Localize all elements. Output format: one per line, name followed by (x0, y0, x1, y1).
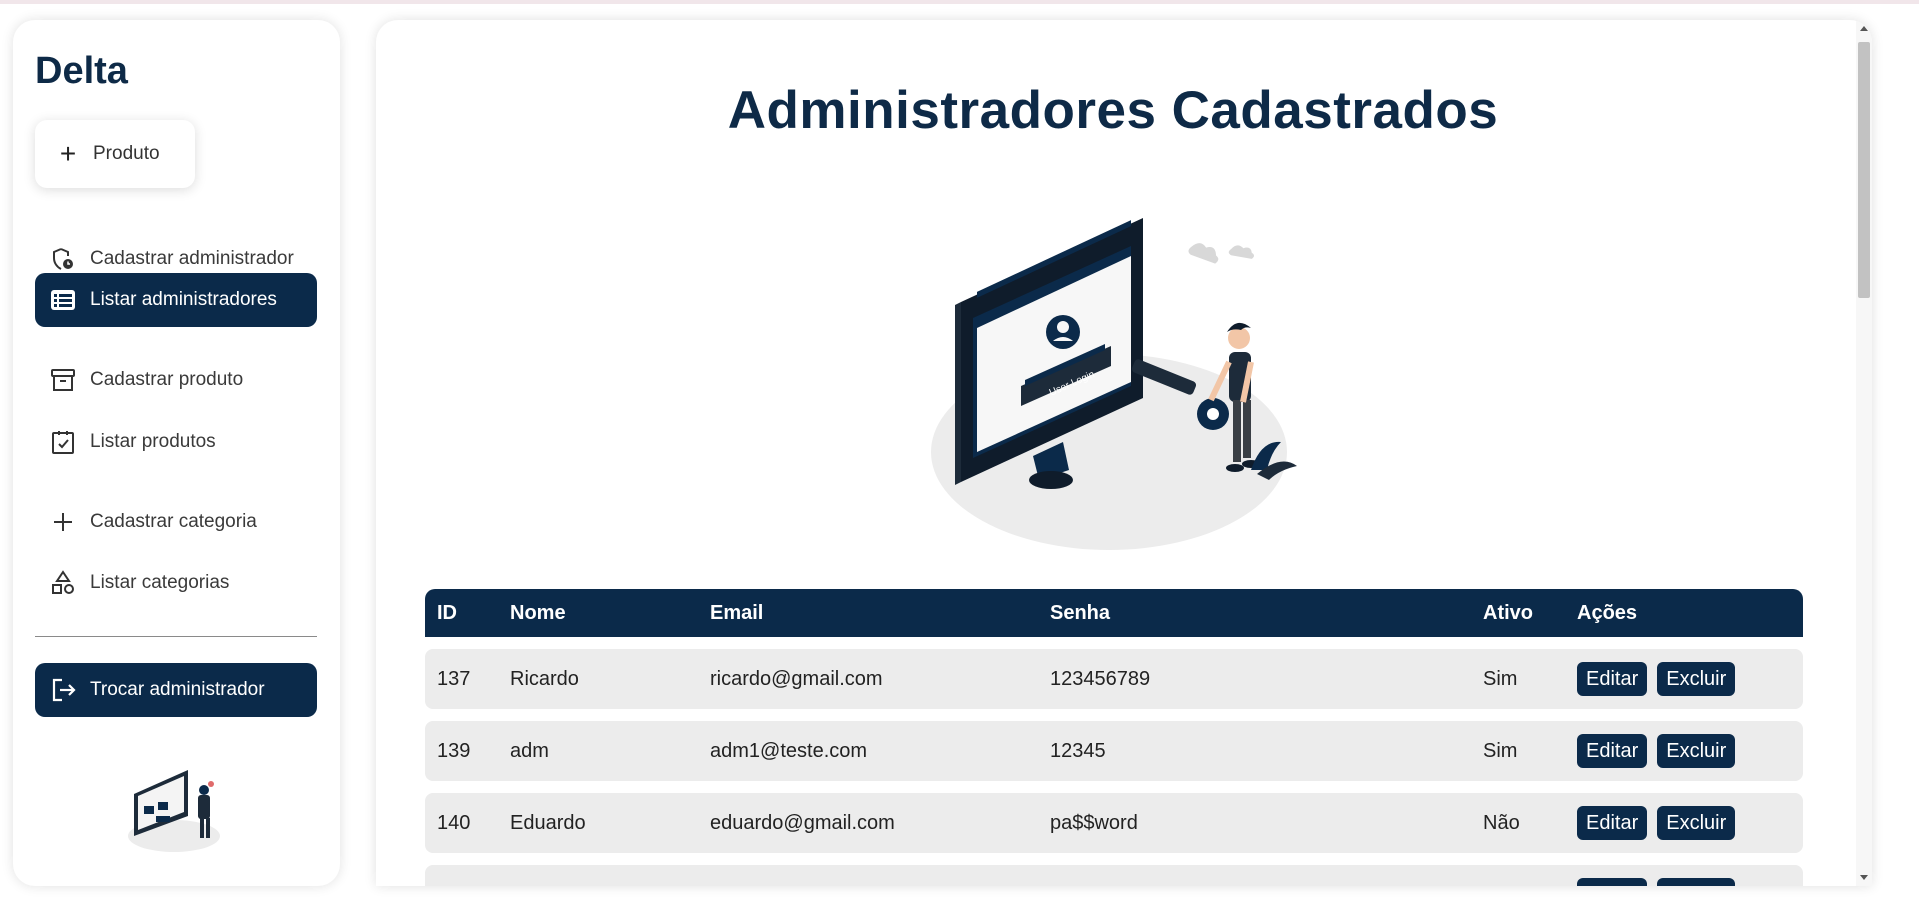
brand-logo: Delta (35, 50, 128, 92)
cell-id: 137 (437, 667, 471, 690)
sidebar-divider (35, 636, 317, 637)
header-acoes: Ações (1577, 601, 1638, 624)
cell-acoes: Editar Excluir (1565, 806, 1803, 840)
cell-nome: Eduardo (510, 811, 586, 834)
header-senha: Senha (1050, 601, 1111, 624)
scroll-thumb[interactable] (1858, 42, 1870, 298)
delete-button[interactable]: Excluir (1657, 734, 1736, 768)
admin-mini-illustration (128, 770, 220, 852)
table-header: ID Nome Email Senha Ativo Ações (425, 589, 1803, 637)
sidebar-item-cadastrar-produto[interactable]: Cadastrar produto (35, 353, 317, 407)
shapes-icon (49, 569, 77, 597)
sidebar-item-label: Cadastrar administrador (90, 248, 294, 269)
edit-button[interactable]: Editar (1577, 734, 1648, 768)
delete-button[interactable]: Excluir (1657, 878, 1736, 886)
cell-email: ricardo@gmail.com (710, 667, 883, 690)
sidebar-item-trocar-administrador[interactable]: Trocar administrador (35, 663, 317, 717)
add-produto-button[interactable]: + Produto (35, 120, 195, 188)
add-produto-label: Produto (93, 143, 160, 164)
header-id: ID (437, 601, 457, 624)
scroll-up-arrow-icon[interactable] (1860, 26, 1868, 31)
archive-box-icon (49, 366, 77, 394)
delete-button[interactable]: Excluir (1657, 662, 1736, 696)
sidebar-item-label: Listar administradores (90, 289, 277, 310)
edit-button[interactable]: Editar (1577, 662, 1648, 696)
cell-ativo: Sim (1483, 739, 1518, 762)
edit-button[interactable]: Editar (1577, 878, 1648, 886)
header-nome: Nome (510, 601, 566, 624)
shield-clock-icon (49, 245, 77, 273)
cell-senha: 12345 (1050, 739, 1106, 762)
sidebar: Delta + Produto Cadastrar administrador … (13, 20, 340, 886)
cell-senha: pa$$word (1050, 811, 1138, 834)
sidebar-item-label: Listar produtos (90, 431, 216, 452)
cell-ativo: Não (1483, 811, 1520, 834)
top-border (0, 0, 1919, 4)
cell-acoes: Editar Excluir (1565, 734, 1803, 768)
table-row: 139 adm adm1@teste.com 12345 Sim Editar … (425, 721, 1803, 781)
clipboard-check-icon (49, 428, 77, 456)
cell-id: 139 (437, 739, 471, 762)
header-ativo: Ativo (1483, 601, 1533, 624)
cell-acoes: Editar Excluir (1565, 662, 1803, 696)
header-email: Email (710, 601, 764, 624)
sidebar-item-cadastrar-categoria[interactable]: Cadastrar categoria (35, 495, 317, 549)
cell-ativo: Sim (1483, 667, 1518, 690)
table-row: 137 Ricardo ricardo@gmail.com 123456789 … (425, 649, 1803, 709)
list-icon (49, 286, 77, 314)
admin-table: ID Nome Email Senha Ativo Ações 137 Rica… (425, 589, 1803, 886)
edit-button[interactable]: Editar (1577, 806, 1648, 840)
table-row: Editar Excluir (425, 865, 1803, 886)
cell-nome: Ricardo (510, 667, 579, 690)
sidebar-item-label: Trocar administrador (90, 679, 265, 700)
sidebar-item-listar-categorias[interactable]: Listar categorias (35, 556, 317, 610)
page-title: Administradores Cadastrados (727, 81, 1499, 140)
plus-icon (49, 508, 77, 536)
sidebar-item-listar-administradores[interactable]: Listar administradores (35, 273, 317, 327)
sidebar-item-label: Listar categorias (90, 572, 230, 593)
cell-senha: 123456789 (1050, 667, 1151, 690)
scroll-down-arrow-icon[interactable] (1860, 875, 1868, 880)
cell-acoes: Editar Excluir (1565, 878, 1803, 886)
cell-email: adm1@teste.com (710, 739, 868, 762)
logout-icon (49, 676, 77, 704)
sidebar-item-label: Cadastrar categoria (90, 511, 257, 532)
sidebar-item-label: Cadastrar produto (90, 369, 244, 390)
sidebar-item-listar-produtos[interactable]: Listar produtos (35, 415, 317, 469)
plus-icon: + (59, 138, 77, 169)
cell-nome: adm (510, 739, 549, 762)
delete-button[interactable]: Excluir (1657, 806, 1736, 840)
cell-email: eduardo@gmail.com (710, 811, 895, 834)
vertical-scrollbar[interactable] (1856, 20, 1872, 886)
main-panel: Administradores Cadastrados User Login I… (376, 20, 1872, 886)
cell-id: 140 (437, 811, 471, 834)
user-login-illustration: User Login (931, 218, 1297, 550)
table-row: 140 Eduardo eduardo@gmail.com pa$$word N… (425, 793, 1803, 853)
